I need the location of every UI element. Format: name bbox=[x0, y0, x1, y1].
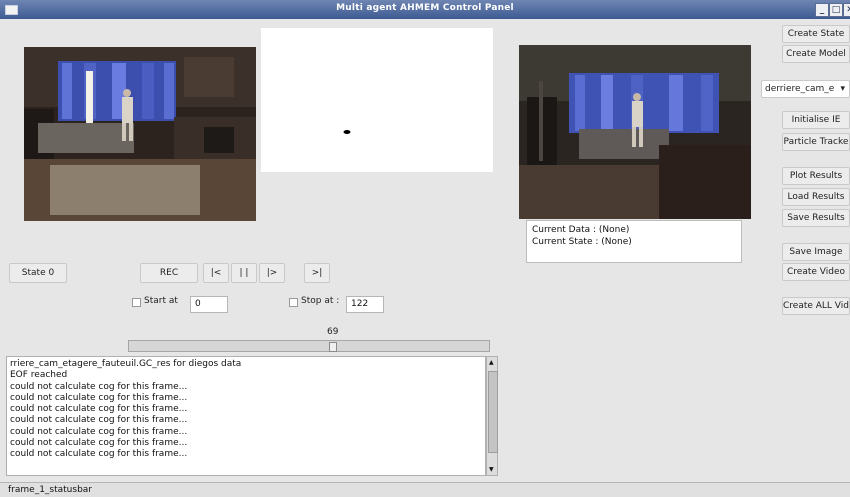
plot-results-button[interactable]: Plot Results bbox=[782, 167, 850, 185]
start-at-checkbox[interactable] bbox=[132, 298, 141, 307]
log-line: rriere_cam_etagere_fauteuil.GC_res for d… bbox=[10, 359, 242, 369]
load-results-button[interactable]: Load Results bbox=[782, 188, 850, 206]
title-bar: Multi agent AHMEM Control Panel _ □ ✕ bbox=[0, 0, 850, 19]
chevron-down-icon: ▾ bbox=[840, 84, 845, 94]
scroll-down-icon[interactable]: ▼ bbox=[489, 466, 494, 473]
current-data-label: Current Data : (None) bbox=[532, 225, 630, 235]
frame-slider[interactable] bbox=[128, 340, 490, 352]
current-info-box: Current Data : (None) Current State : (N… bbox=[526, 220, 742, 263]
window-title: Multi agent AHMEM Control Panel bbox=[336, 3, 514, 13]
start-at-label: Start at bbox=[144, 296, 178, 306]
log-line: could not calculate cog for this frame..… bbox=[10, 404, 188, 415]
log-line: could not calculate cog for this frame..… bbox=[10, 392, 188, 403]
start-at-input[interactable]: 0 bbox=[190, 296, 228, 313]
initialise-ie-button[interactable]: Initialise IE bbox=[782, 111, 850, 129]
create-video-button[interactable]: Create Video bbox=[782, 263, 850, 281]
stop-at-input[interactable]: 122 bbox=[346, 296, 384, 313]
right-camera-view bbox=[519, 45, 751, 219]
tracked-position-marker bbox=[343, 130, 351, 134]
maximize-icon[interactable]: □ bbox=[829, 3, 843, 17]
minimize-icon[interactable]: _ bbox=[815, 3, 829, 17]
log-line: could not calculate cog for this frame..… bbox=[10, 426, 188, 437]
left-camera-view bbox=[24, 47, 256, 221]
camera-select-value: derriere_cam_e bbox=[765, 84, 835, 94]
log-scrollbar[interactable]: ▲ ▼ bbox=[486, 356, 498, 476]
scrollbar-thumb[interactable] bbox=[488, 371, 498, 453]
play-button[interactable]: |> bbox=[259, 263, 285, 283]
current-state-label: Current State : (None) bbox=[532, 237, 632, 247]
stop-at-checkbox[interactable] bbox=[289, 298, 298, 307]
log-output: rriere_cam_etagere_fauteuil.GC_res for d… bbox=[6, 356, 486, 476]
state-button[interactable]: State 0 bbox=[9, 263, 67, 283]
camera-select[interactable]: derriere_cam_e ▾ bbox=[761, 80, 850, 98]
slider-thumb[interactable] bbox=[329, 342, 338, 352]
create-model-button[interactable]: Create Model bbox=[782, 45, 850, 63]
last-frame-button[interactable]: >| bbox=[304, 263, 330, 283]
save-results-button[interactable]: Save Results bbox=[782, 209, 850, 227]
slider-value-label: 69 bbox=[327, 327, 339, 337]
log-line: could not calculate cog for this frame..… bbox=[10, 438, 188, 449]
create-all-videos-button[interactable]: Create ALL Vid bbox=[782, 297, 850, 315]
log-line: could not calculate cog for this frame..… bbox=[10, 415, 188, 426]
log-line: could not calculate cog for this frame..… bbox=[10, 381, 188, 392]
particle-tracker-button[interactable]: Particle Tracke bbox=[782, 133, 850, 151]
tracking-display bbox=[261, 28, 493, 172]
close-icon[interactable]: ✕ bbox=[843, 3, 850, 17]
pause-button[interactable]: | | bbox=[231, 263, 257, 283]
status-bar: frame_1_statusbar bbox=[0, 482, 850, 497]
rec-button[interactable]: REC bbox=[140, 263, 198, 283]
create-state-button[interactable]: Create State bbox=[782, 25, 850, 43]
log-line: could not calculate cog for this frame..… bbox=[10, 449, 188, 460]
scroll-up-icon[interactable]: ▲ bbox=[489, 359, 494, 366]
stop-at-label: Stop at : bbox=[301, 296, 340, 306]
first-frame-button[interactable]: |< bbox=[203, 263, 229, 283]
save-image-button[interactable]: Save Image bbox=[782, 243, 850, 261]
log-line: EOF reached bbox=[10, 370, 68, 381]
